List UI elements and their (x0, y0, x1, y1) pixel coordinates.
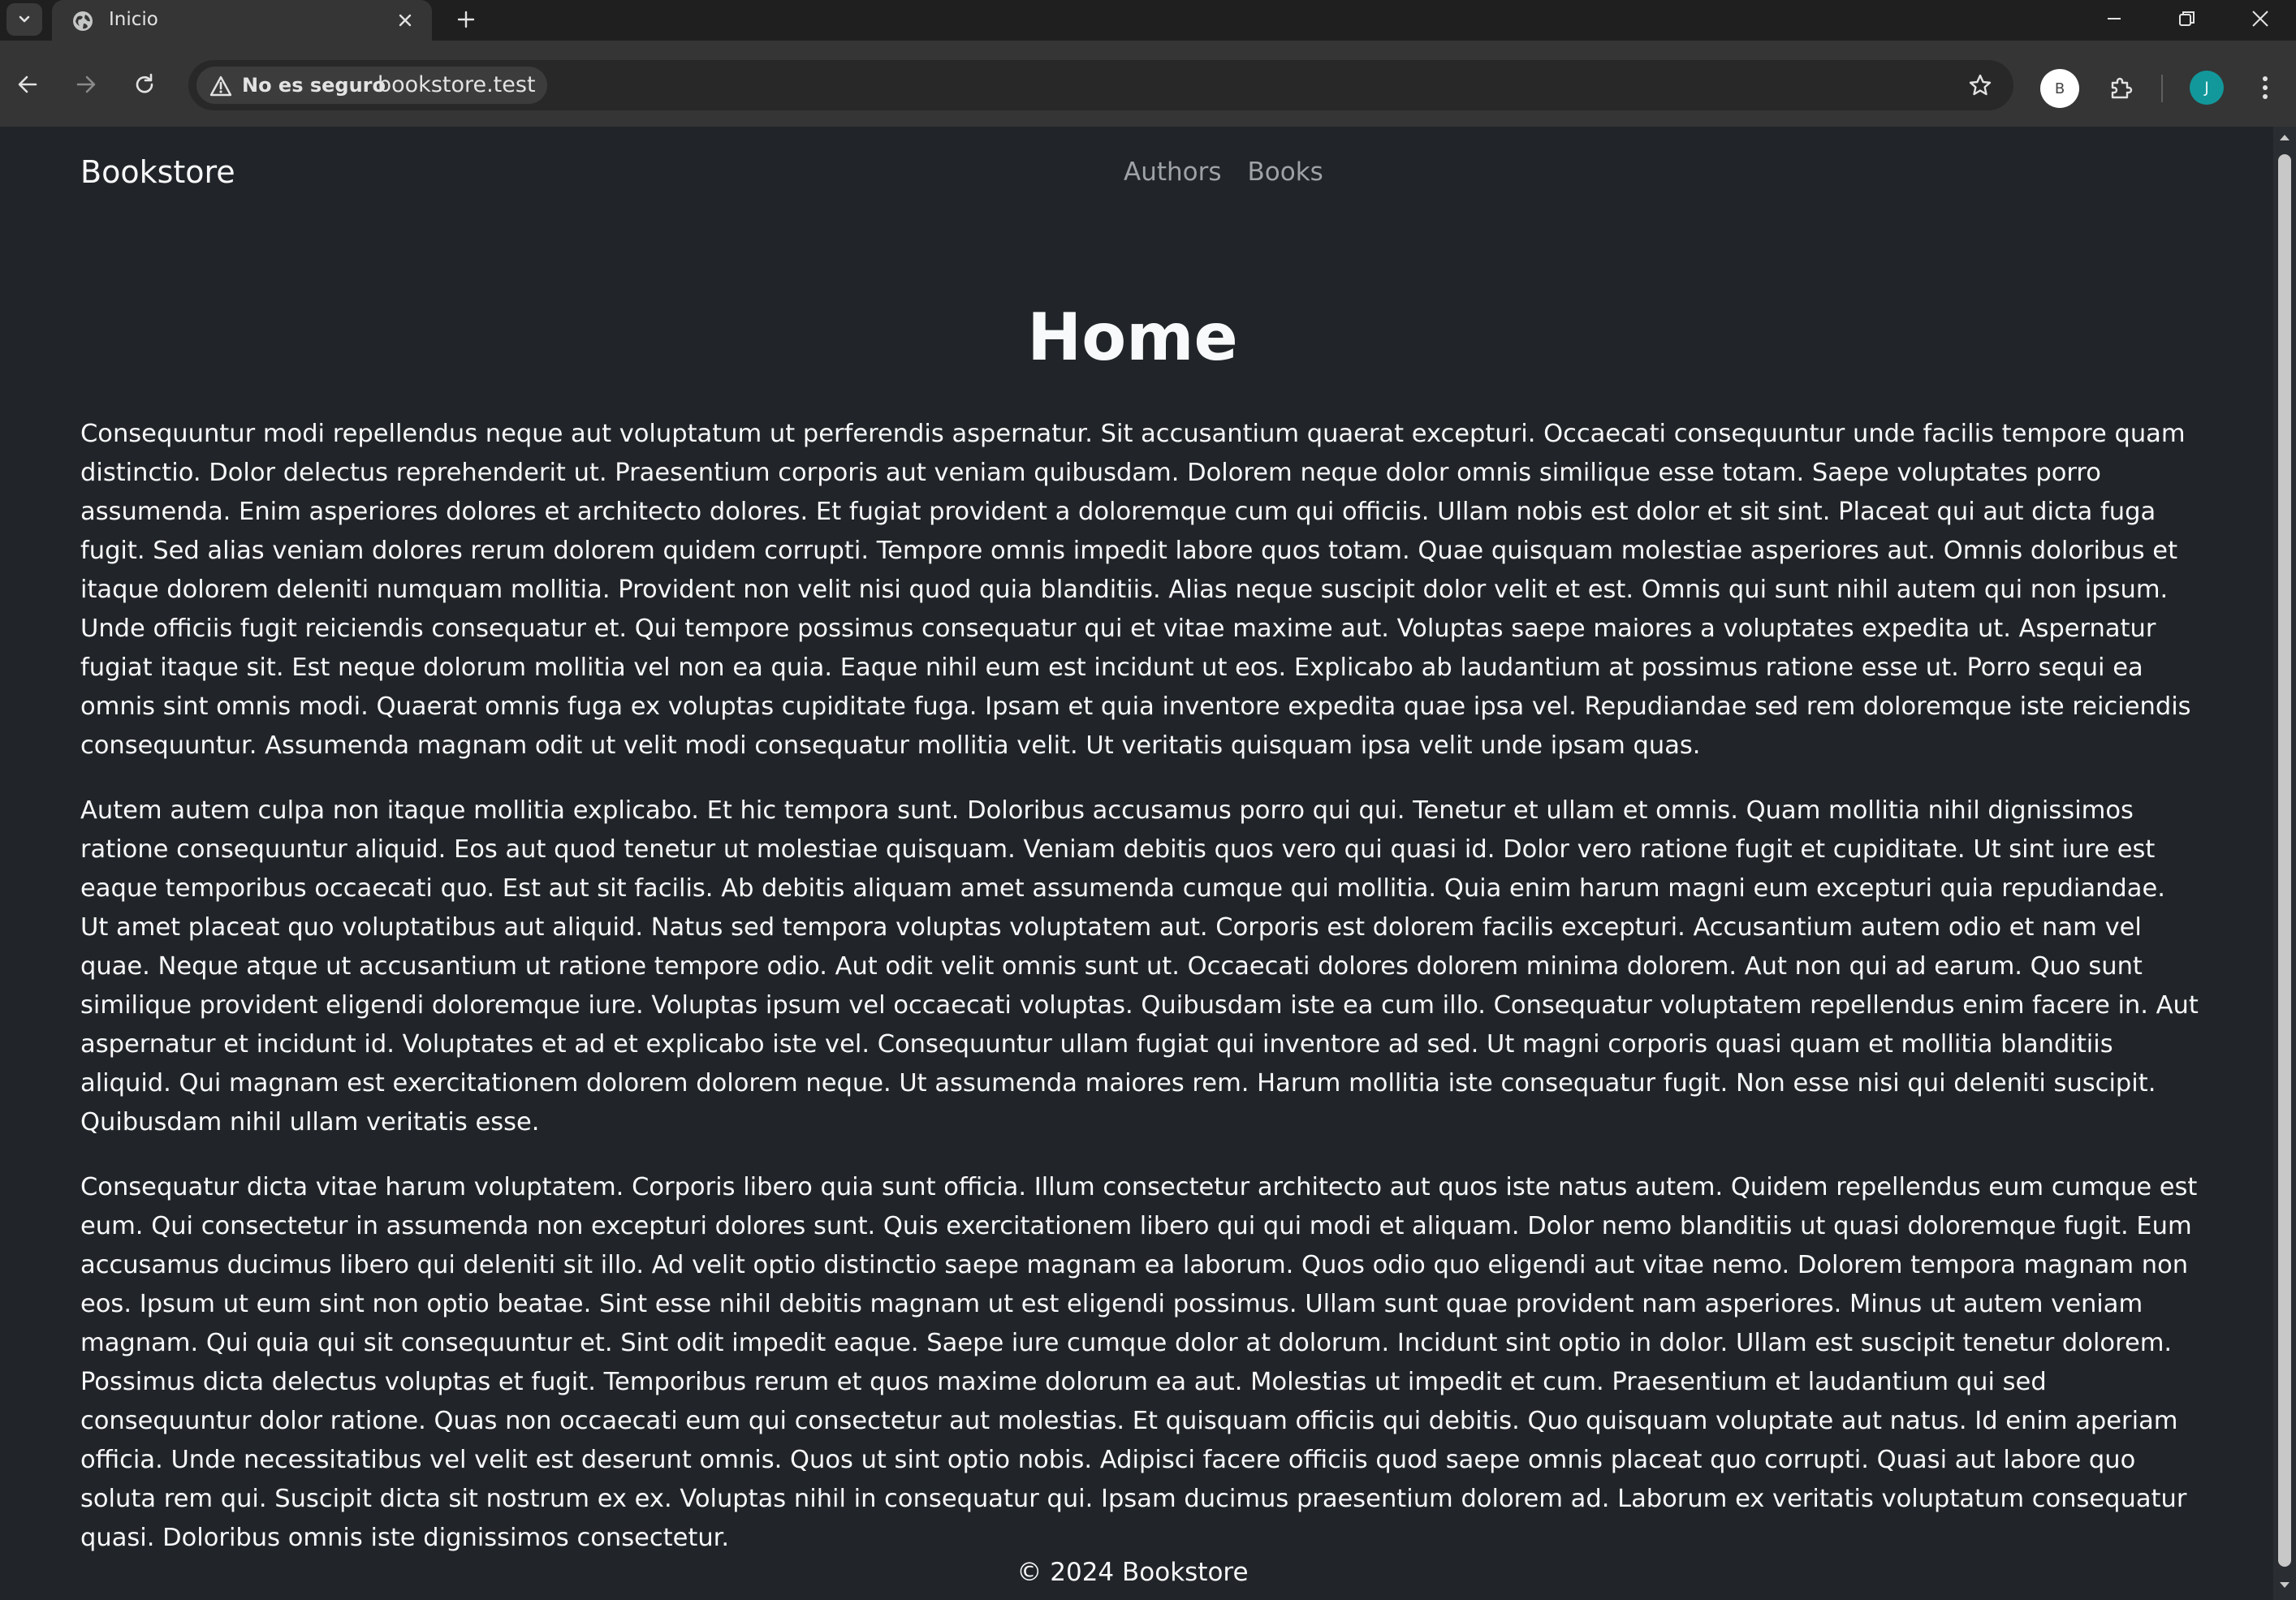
back-icon (18, 75, 37, 93)
more-vert-icon (2263, 76, 2268, 99)
minimize-button[interactable] (2078, 0, 2150, 37)
tab-title: Inicio (109, 9, 158, 30)
forward-button[interactable] (68, 67, 104, 102)
paragraph-2: Autem autem culpa non itaque mollitia ex… (80, 796, 2199, 1136)
toolbar-divider (2161, 75, 2163, 102)
paragraph-1: Consequuntur modi repellendus neque aut … (80, 420, 2191, 760)
scroll-down-icon[interactable] (2278, 1580, 2291, 1591)
paragraph-3: Consequatur dicta vitae harum voluptatem… (80, 1173, 2198, 1552)
nav-links: Authors Books (1124, 149, 1323, 195)
tab-close-button[interactable] (393, 8, 417, 32)
extensions-button[interactable] (2101, 68, 2140, 107)
bookmark-button[interactable] (1962, 67, 1999, 104)
brand-link[interactable]: Bookstore (80, 149, 235, 195)
back-button[interactable] (10, 67, 45, 102)
new-tab-button[interactable] (451, 5, 481, 34)
restore-button[interactable] (2151, 0, 2223, 37)
url-text[interactable]: bookstore.test (378, 60, 536, 110)
extension-button[interactable]: B (2040, 69, 2079, 108)
tab-search-button[interactable] (6, 3, 42, 36)
plus-icon (457, 11, 475, 28)
profile-avatar[interactable]: J (2190, 71, 2224, 105)
reload-icon (136, 73, 153, 93)
page-title: Home (1027, 300, 1238, 375)
browser-menu-button[interactable] (2247, 68, 2283, 107)
puzzle-icon (2111, 77, 2133, 99)
nav-link-authors[interactable]: Authors (1124, 149, 1222, 195)
restore-icon (2179, 11, 2195, 26)
tab-search-icon (19, 15, 30, 23)
active-tab[interactable]: Inicio (52, 0, 432, 41)
security-label: No es seguro (242, 74, 386, 97)
site-footer: © 2024 Bookstore (1016, 1558, 1249, 1587)
page-scrollbar[interactable] (2273, 127, 2296, 1600)
close-window-button[interactable] (2225, 0, 2296, 37)
tab-strip: Inicio (0, 0, 2296, 41)
close-window-icon (2252, 11, 2268, 27)
close-icon (399, 14, 412, 27)
warning-icon (209, 75, 232, 97)
globe-icon (73, 11, 93, 31)
page-viewport: Bookstore Authors Books Home Consequuntu… (0, 127, 2273, 1600)
browser-toolbar: No es seguro bookstore.test (0, 41, 2296, 127)
scroll-thumb[interactable] (2278, 154, 2291, 1567)
minimize-icon (2108, 18, 2121, 19)
reload-button[interactable] (127, 67, 162, 102)
forward-icon (76, 75, 96, 93)
scroll-up-icon[interactable] (2278, 132, 2291, 143)
page-content: Consequuntur modi repellendus neque aut … (80, 415, 2199, 1584)
site-navbar: Bookstore Authors Books (0, 127, 2273, 224)
nav-link-books[interactable]: Books (1248, 149, 1323, 195)
star-icon (1969, 74, 1992, 96)
address-bar[interactable]: No es seguro bookstore.test (188, 60, 2013, 110)
